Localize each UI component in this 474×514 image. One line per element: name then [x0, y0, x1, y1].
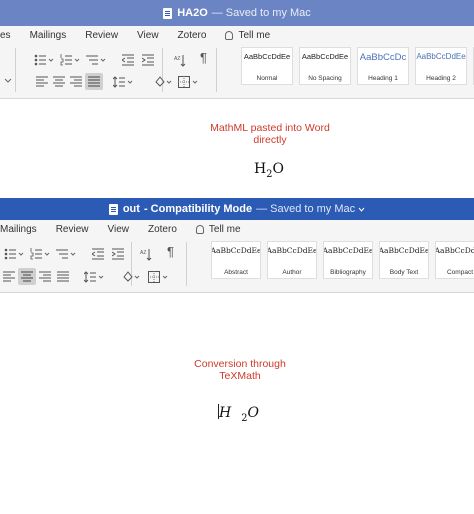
align-left-icon[interactable] [3, 271, 15, 282]
tell-me-search[interactable]: Tell me [195, 223, 260, 235]
document-window-out: out - Compatibility Mode — Saved to my M… [0, 198, 474, 514]
document-title: out [122, 203, 140, 215]
tell-me-label: Tell me [238, 29, 271, 41]
tab-view[interactable]: View [107, 224, 129, 235]
align-center-icon[interactable] [18, 268, 36, 285]
align-right-icon[interactable] [70, 76, 82, 87]
tell-me-search[interactable]: Tell me [225, 30, 289, 41]
sort-icon[interactable]: AZ [140, 248, 152, 261]
document-title: HA2O [177, 7, 208, 19]
style-abstract[interactable]: AaBbCcDdEe Abstract [211, 241, 261, 279]
tab-review[interactable]: Review [85, 30, 118, 41]
sort-icon[interactable]: AZ [174, 54, 186, 67]
document-icon [163, 7, 173, 19]
tab-zotero[interactable]: Zotero [178, 30, 207, 41]
borders-icon[interactable] [148, 271, 172, 283]
title-bar: HA2O — Saved to my Mac [0, 0, 474, 26]
divider [186, 242, 187, 286]
tab-references[interactable]: es [0, 30, 11, 41]
formula-h2o-mathml: H2O [254, 161, 284, 180]
line-spacing-icon[interactable] [113, 76, 135, 88]
align-center-icon[interactable] [53, 76, 65, 87]
bullets-icon[interactable] [4, 248, 24, 260]
home-ribbon: AZ ¶ AaBbCcDdEe Abstract AaBbCcDdEe Auth… [0, 238, 474, 293]
ribbon-tabs: Mailings Review View Zotero Tell me [0, 220, 474, 238]
decrease-indent-icon[interactable] [92, 248, 104, 260]
increase-indent-icon[interactable] [112, 248, 124, 260]
style-heading-2[interactable]: AaBbCcDdEe Heading 2 [415, 47, 467, 85]
styles-gallery: AaBbCcDdEe Abstract AaBbCcDdEe Author Aa… [211, 241, 474, 287]
numbering-icon[interactable] [30, 248, 50, 260]
save-status: — Saved to my Mac [256, 203, 356, 215]
document-page[interactable]: MathML pasted into Word directly H2O [0, 99, 474, 196]
document-window-ha2o: HA2O — Saved to my Mac es Mailings Revie… [0, 0, 474, 196]
justify-icon[interactable] [85, 73, 103, 90]
style-bibliography[interactable]: AaBbCcDdEe Bibliography [323, 241, 373, 279]
justify-icon[interactable] [57, 271, 69, 282]
numbering-icon[interactable] [60, 54, 80, 66]
lightbulb-icon [225, 30, 234, 40]
title-bar: out - Compatibility Mode — Saved to my M… [0, 198, 474, 220]
formula-h2o-texmath: H 2O [218, 404, 259, 424]
shading-icon[interactable] [154, 75, 176, 88]
document-page[interactable]: Conversion through TeXMath H 2O [0, 293, 474, 514]
tab-mailings[interactable]: Mailings [30, 30, 67, 41]
save-status: — Saved to my Mac [211, 7, 311, 19]
styles-gallery: AaBbCcDdEe Normal AaBbCcDdEe No Spacing … [241, 47, 474, 93]
caption-texmath: Conversion through TeXMath [194, 358, 286, 382]
style-no-spacing[interactable]: AaBbCcDdEe No Spacing [299, 47, 351, 85]
document-icon [108, 203, 118, 215]
pilcrow-icon[interactable]: ¶ [167, 245, 174, 258]
tab-zotero[interactable]: Zotero [148, 224, 177, 235]
divider [15, 48, 16, 92]
decrease-indent-icon[interactable] [122, 54, 134, 66]
chevron-down-icon[interactable] [4, 78, 12, 84]
tab-view[interactable]: View [137, 30, 159, 41]
tell-me-label: Tell me [208, 223, 241, 235]
style-body-text[interactable]: AaBbCcDdEe Body Text [379, 241, 429, 279]
multilevel-list-icon[interactable] [56, 248, 76, 260]
align-right-icon[interactable] [39, 271, 51, 282]
multilevel-list-icon[interactable] [86, 54, 106, 66]
style-normal[interactable]: AaBbCcDdEe Normal [241, 47, 293, 85]
align-left-icon[interactable] [36, 76, 48, 87]
ribbon-tabs: es Mailings Review View Zotero Tell me [0, 26, 474, 44]
style-compact[interactable]: AaBbCcDdEe Compact [435, 241, 474, 279]
tab-mailings[interactable]: Mailings [0, 224, 37, 235]
svg-text:AZ: AZ [140, 250, 146, 256]
style-author[interactable]: AaBbCcDdEe Author [267, 241, 317, 279]
borders-icon[interactable] [178, 76, 202, 88]
caption-mathml: MathML pasted into Word directly [210, 122, 330, 146]
style-heading-1[interactable]: AaBbCcDc Heading 1 [357, 47, 409, 85]
svg-text:AZ: AZ [174, 56, 180, 62]
chevron-down-icon[interactable] [358, 207, 365, 212]
bullets-icon[interactable] [34, 54, 54, 66]
line-spacing-icon[interactable] [84, 271, 106, 283]
increase-indent-icon[interactable] [142, 54, 154, 66]
compatibility-mode-label: - Compatibility Mode [143, 203, 253, 215]
home-ribbon: AZ ¶ AaBbCcDdEe Normal AaBbCcDdEe No Spa… [0, 44, 474, 99]
divider [216, 48, 217, 92]
shading-icon[interactable] [122, 270, 144, 283]
tab-review[interactable]: Review [56, 224, 89, 235]
lightbulb-icon [195, 224, 204, 234]
pilcrow-icon[interactable]: ¶ [200, 51, 207, 64]
